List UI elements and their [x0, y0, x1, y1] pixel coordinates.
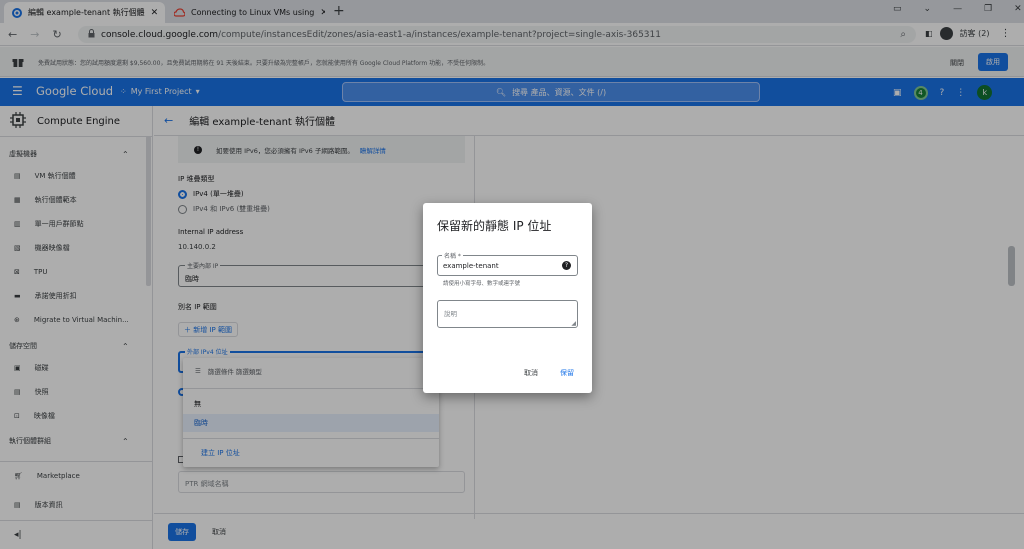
name-input[interactable]: 名稱 * example-tenant ?	[437, 251, 578, 276]
help-icon[interactable]: ?	[562, 261, 571, 270]
dialog-cancel-button[interactable]: 取消	[524, 368, 538, 378]
field-value: example-tenant	[443, 262, 499, 270]
name-hint: 請使用小寫字母、數字或連字號	[443, 281, 521, 287]
dialog-reserve-button[interactable]: 保留	[560, 368, 574, 378]
reserve-ip-dialog: 保留新的靜態 IP 位址 名稱 * example-tenant ? 請使用小寫…	[423, 203, 592, 393]
field-label: 名稱 *	[442, 251, 463, 260]
resize-handle-icon[interactable]: ◢	[571, 320, 576, 327]
description-textarea[interactable]: 說明 ◢	[437, 300, 578, 328]
placeholder: 說明	[444, 310, 457, 318]
dialog-title: 保留新的靜態 IP 位址	[437, 219, 552, 233]
